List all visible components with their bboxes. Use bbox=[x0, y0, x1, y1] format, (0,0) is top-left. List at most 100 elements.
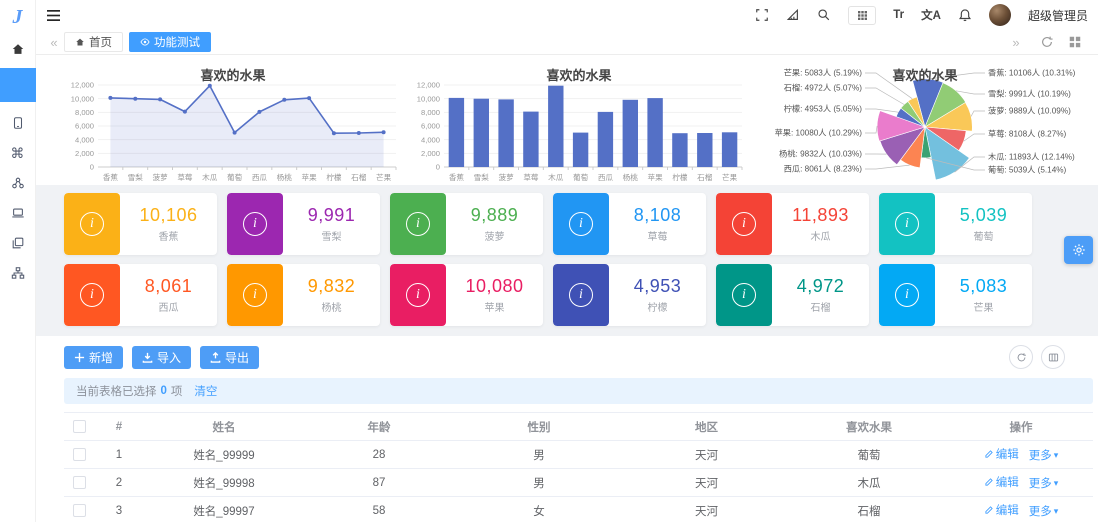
translate-button[interactable]: 文A bbox=[921, 7, 941, 23]
refresh-tab-button[interactable] bbox=[1040, 35, 1054, 49]
tabs-scroll-left-button[interactable]: « bbox=[44, 35, 64, 50]
cell-operations: 编辑 更多 ▾ bbox=[949, 496, 1093, 522]
edit-button[interactable]: 编辑 bbox=[984, 474, 1019, 490]
cell-gender: 男 bbox=[454, 440, 624, 469]
menu-toggle-button[interactable] bbox=[46, 9, 72, 22]
more-button[interactable]: 更多 ▾ bbox=[1029, 447, 1059, 463]
svg-text:柠檬: 柠檬 bbox=[326, 172, 342, 182]
line-chart-canvas: 02,0004,0006,0008,00010,00012,000香蕉 雪梨 菠萝草… bbox=[71, 81, 397, 182]
stat-card-label: 草莓 bbox=[647, 232, 668, 243]
fullscreen-icon bbox=[756, 9, 769, 21]
stat-card-value: 9,832 bbox=[307, 276, 356, 296]
sidebar-item-cluster[interactable] bbox=[0, 168, 36, 198]
tab-function-test[interactable]: 功能测试 bbox=[129, 32, 211, 52]
svg-text:2,000: 2,000 bbox=[421, 149, 440, 158]
import-button[interactable]: 导入 bbox=[132, 345, 192, 369]
svg-text:石榴: 4972人 (5.07%): 石榴: 4972人 (5.07%) bbox=[784, 83, 863, 93]
stat-card-label: 葡萄 bbox=[973, 232, 994, 243]
column-header: 姓名 bbox=[144, 412, 304, 441]
cluster-icon bbox=[11, 177, 24, 189]
applet-button[interactable] bbox=[848, 5, 877, 25]
row-checkbox[interactable] bbox=[72, 448, 86, 461]
stat-cards: i 10,106 香蕉 i 9,991 雪梨 i 9,889 菠萝 i 8,108 草莓 i 11,893… bbox=[36, 185, 1098, 336]
stat-card-body: 10,106 香蕉 bbox=[120, 193, 217, 255]
stat-card-label: 香蕉 bbox=[158, 232, 179, 243]
search-button[interactable] bbox=[817, 8, 831, 22]
top-header: Tr 文A 超级管理员 bbox=[36, 0, 1098, 30]
svg-text:4,000: 4,000 bbox=[75, 135, 94, 144]
row-checkbox[interactable] bbox=[72, 476, 86, 489]
stat-card: i 4,953 柠檬 bbox=[553, 264, 706, 326]
clean-cache-button[interactable] bbox=[786, 8, 800, 22]
stat-card-value: 10,080 bbox=[465, 276, 524, 296]
refresh-icon bbox=[1042, 36, 1053, 47]
svg-text:香蕉: 香蕉 bbox=[449, 172, 465, 182]
sidebar-item-active[interactable] bbox=[0, 68, 36, 102]
table-columns-button[interactable] bbox=[1041, 345, 1065, 369]
stat-card: i 5,039 葡萄 bbox=[879, 193, 1032, 255]
line-chart-title: 喜欢的水果 bbox=[200, 68, 266, 83]
edit-button[interactable]: 编辑 bbox=[984, 446, 1019, 462]
edit-button[interactable]: 编辑 bbox=[984, 502, 1019, 518]
table-refresh-button[interactable] bbox=[1009, 345, 1033, 369]
sidebar-item-home[interactable] bbox=[0, 34, 36, 64]
stat-card: i 11,893 木瓜 bbox=[716, 193, 869, 255]
stat-card-label: 雪梨 bbox=[321, 232, 342, 243]
stat-card: i 5,083 芒果 bbox=[879, 264, 1032, 326]
more-button[interactable]: 更多 ▾ bbox=[1029, 475, 1059, 491]
stat-card-value: 4,972 bbox=[796, 276, 845, 296]
stat-card-value: 9,889 bbox=[470, 205, 519, 225]
stat-card-label: 芒果 bbox=[973, 303, 994, 314]
select-all-cell bbox=[64, 412, 94, 441]
svg-text:杨桃: 杨桃 bbox=[623, 172, 639, 182]
sidebar-item-laptop[interactable] bbox=[0, 198, 36, 228]
layout-grid-button[interactable] bbox=[1068, 35, 1082, 49]
column-header: 喜欢水果 bbox=[789, 412, 949, 441]
applet-icon bbox=[857, 10, 867, 20]
edit-icon bbox=[985, 450, 993, 458]
user-name[interactable]: 超级管理员 bbox=[1028, 7, 1088, 24]
command-icon: ⌘ bbox=[10, 144, 25, 161]
cell-fruit: 木瓜 bbox=[789, 468, 949, 497]
column-header: 地区 bbox=[624, 412, 789, 441]
tabs-scroll-right-button[interactable]: » bbox=[1006, 35, 1026, 50]
sidebar: J ⌘ bbox=[0, 0, 36, 522]
svg-text:草莓: 草莓 bbox=[523, 172, 539, 182]
select-all-checkbox[interactable] bbox=[72, 420, 86, 433]
stat-card-icon: i bbox=[716, 264, 772, 326]
svg-text:木瓜: 木瓜 bbox=[202, 172, 218, 182]
more-button[interactable]: 更多 ▾ bbox=[1029, 503, 1059, 519]
fullscreen-button[interactable] bbox=[755, 8, 769, 22]
stat-card-value: 10,106 bbox=[139, 205, 198, 225]
font-size-button[interactable]: Tr bbox=[893, 9, 904, 21]
sidebar-item-pages[interactable] bbox=[0, 228, 36, 258]
stat-card-icon: i bbox=[553, 264, 609, 326]
sidebar-item-components[interactable]: ⌘ bbox=[0, 138, 36, 168]
svg-text:葡萄: 葡萄 bbox=[227, 172, 243, 182]
clear-selection-link[interactable]: 清空 bbox=[194, 383, 217, 399]
svg-text:草莓: 8108人 (8.27%): 草莓: 8108人 (8.27%) bbox=[988, 129, 1067, 139]
user-avatar[interactable] bbox=[988, 4, 1011, 26]
notification-button[interactable] bbox=[958, 8, 972, 22]
grid-icon bbox=[1069, 36, 1081, 48]
cell-age: 87 bbox=[304, 468, 454, 497]
stat-card-icon: i bbox=[64, 264, 120, 326]
svg-text:石榴: 石榴 bbox=[351, 172, 367, 182]
sidebar-item-tablet[interactable] bbox=[0, 108, 36, 138]
row-checkbox[interactable] bbox=[72, 504, 86, 517]
sidebar-item-sitemap[interactable] bbox=[0, 258, 36, 288]
bar-chart-canvas: 02,0004,0006,0008,00010,00012,000香蕉 雪梨 菠萝草… bbox=[417, 81, 743, 182]
toolbar: 新增 导入 导出 bbox=[64, 345, 1093, 369]
tab-home[interactable]: 首页 bbox=[64, 32, 123, 52]
svg-text:10,000: 10,000 bbox=[417, 94, 440, 103]
edit-icon bbox=[985, 478, 993, 486]
settings-button[interactable] bbox=[1064, 236, 1093, 264]
app-logo[interactable]: J bbox=[0, 0, 36, 34]
info-icon: i bbox=[569, 212, 593, 236]
export-button[interactable]: 导出 bbox=[200, 345, 260, 369]
home-icon bbox=[12, 44, 23, 54]
laptop-icon bbox=[11, 208, 24, 218]
data-table: # 姓名 年龄 性别 地区 喜欢水果 操作 1 姓名_99999 28 男天河 葡萄 编辑 更多 ▾ 2 姓… bbox=[64, 412, 1093, 522]
add-button[interactable]: 新增 bbox=[64, 345, 124, 369]
info-icon: i bbox=[895, 283, 919, 307]
